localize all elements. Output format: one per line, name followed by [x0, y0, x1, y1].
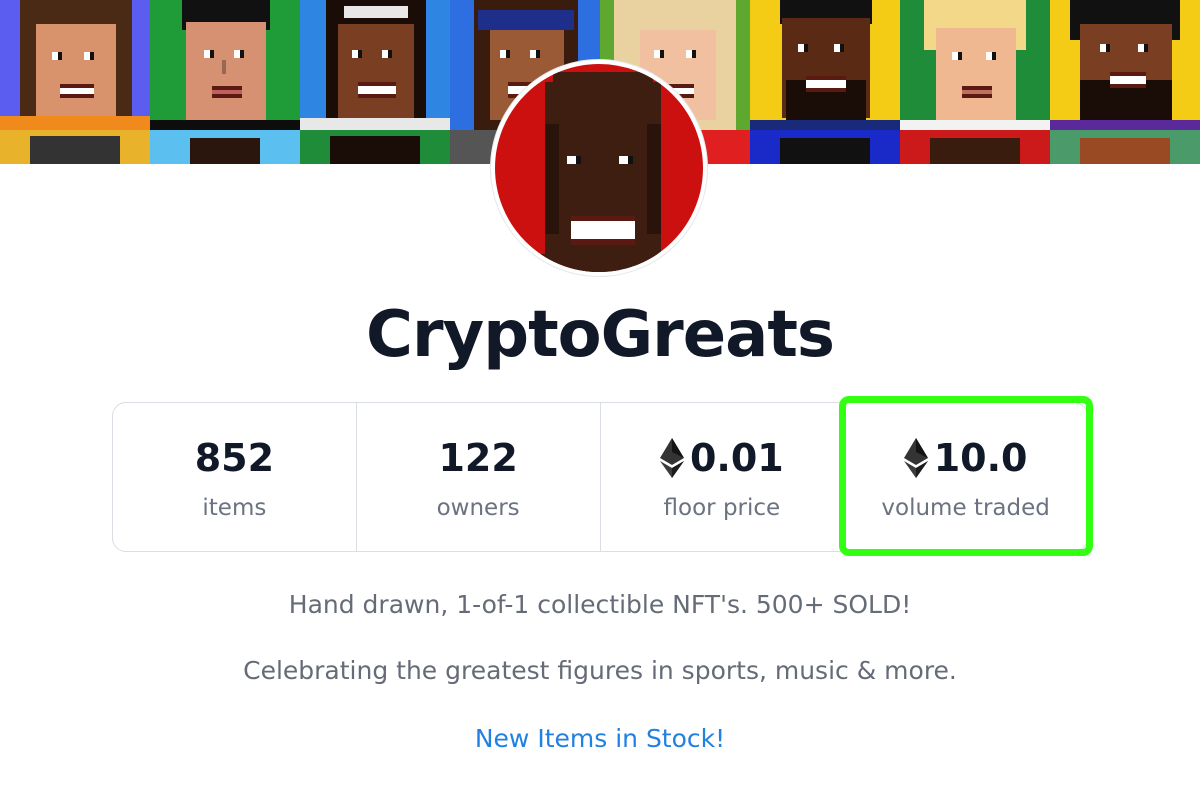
- ethereum-icon: [659, 438, 684, 478]
- stat-value: 10.0: [903, 433, 1028, 483]
- stat-value: 852: [195, 433, 274, 483]
- stat-value-text: 0.01: [689, 436, 784, 480]
- stat-value-text: 10.0: [933, 436, 1028, 480]
- stat-label: owners: [436, 495, 520, 521]
- stat-items[interactable]: 852 items: [113, 403, 357, 551]
- banner-portrait: [150, 0, 300, 130]
- banner-portrait: [0, 0, 150, 130]
- description-line-1: Hand drawn, 1-of-1 collectible NFT's. 50…: [288, 590, 912, 619]
- stat-label: volume traded: [881, 495, 1050, 521]
- stat-owners[interactable]: 122 owners: [357, 403, 601, 551]
- stat-label: items: [202, 495, 267, 521]
- ethereum-icon: [903, 438, 928, 478]
- stats-panel: 852 items 122 owners 0.01 floor price 10…: [112, 402, 1088, 552]
- stat-floor-price[interactable]: 0.01 floor price: [601, 403, 845, 551]
- banner-portrait: [750, 0, 900, 130]
- banner-portrait: [750, 130, 900, 164]
- banner-portrait: [300, 0, 450, 130]
- stat-volume-traded[interactable]: 10.0 volume traded: [844, 403, 1087, 551]
- banner-portrait: [900, 130, 1050, 164]
- description-line-2: Celebrating the greatest figures in spor…: [243, 656, 957, 685]
- collection-title: CryptoGreats: [366, 298, 835, 372]
- stat-value-text: 122: [438, 436, 518, 480]
- banner-portrait: [300, 130, 450, 164]
- banner-portrait: [150, 130, 300, 164]
- banner-portrait: [1050, 130, 1200, 164]
- stat-value: 0.01: [659, 433, 784, 483]
- collection-avatar: [491, 60, 707, 276]
- banner-portrait: [900, 0, 1050, 130]
- new-items-link[interactable]: New Items in Stock!: [0, 724, 1200, 753]
- banner-portrait: [1050, 0, 1200, 130]
- stat-value: 122: [438, 433, 517, 483]
- stat-value-text: 852: [194, 436, 275, 480]
- stat-label: floor price: [663, 495, 781, 521]
- banner-portrait: [0, 130, 150, 164]
